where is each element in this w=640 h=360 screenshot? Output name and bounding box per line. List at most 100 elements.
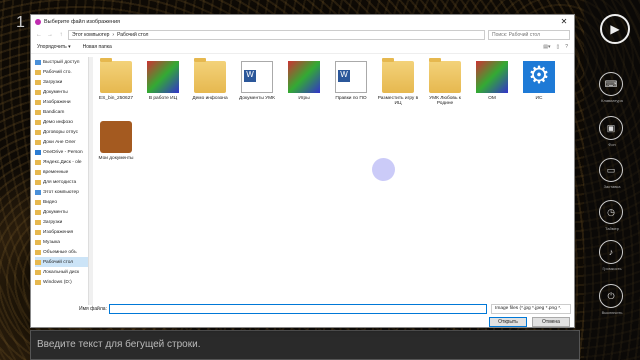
up-button[interactable]: ↑ <box>57 32 65 38</box>
file-item[interactable]: УМК Любовь к Родине <box>422 58 468 106</box>
file-item[interactable]: ОМ <box>469 61 515 101</box>
sidebar-item-label: Локальный диск <box>43 269 80 275</box>
file-item[interactable]: ES_bin_250627 <box>93 58 139 101</box>
file-label: Документы УМК <box>239 96 275 101</box>
sidebar-item-label: Договоры отпус <box>43 129 78 135</box>
folder-icon <box>35 229 41 235</box>
sidebar-item[interactable]: Изображени <box>35 97 88 107</box>
address-bar[interactable]: Этот компьютер › Рабочий стол <box>68 29 485 40</box>
sidebar-item[interactable]: Bandicam <box>35 107 88 117</box>
sidebar-item-label: Загрузки <box>43 79 63 85</box>
file-item[interactable]: Мои документы <box>93 121 139 161</box>
sidebar-item[interactable]: Демо инфозо <box>35 117 88 127</box>
back-button[interactable]: ← <box>35 32 43 38</box>
path-desktop[interactable]: Рабочий стол <box>117 32 148 38</box>
sidebar-item[interactable]: Локальный диск <box>35 267 88 277</box>
screensaver-label: Заставка <box>603 184 621 189</box>
ticker-input[interactable]: Введите текст для бегущей строки. <box>30 330 580 360</box>
file-item[interactable]: В работе ИЦ <box>140 61 186 101</box>
power-label: Выключить <box>601 310 623 315</box>
image-icon <box>476 61 508 93</box>
folder-icon <box>35 209 41 215</box>
file-label: Разместить игру в ИЦ <box>377 96 419 106</box>
help-icon[interactable]: ? <box>565 44 568 50</box>
file-label: ОМ <box>488 96 496 101</box>
sidebar-item-label: Изображения <box>43 229 74 235</box>
folder-icon <box>35 269 41 275</box>
folder-icon <box>35 59 41 65</box>
file-item[interactable]: Игры <box>281 61 327 101</box>
sidebar-item[interactable]: Изображения <box>35 227 88 237</box>
volume-label: Громкость <box>602 266 622 271</box>
sidebar-item[interactable]: Для методиста <box>35 177 88 187</box>
sidebar-item[interactable]: временные <box>35 167 88 177</box>
file-item[interactable]: Демо инфозона <box>187 58 233 101</box>
sidebar-item[interactable]: Документы <box>35 87 88 97</box>
gear-icon: ⚙ <box>523 61 555 93</box>
file-item[interactable]: Документы УМК <box>234 61 280 101</box>
right-panel: ▶ ⌨ Клавиатура ▣ Фон ▭ Заставка ◷ Таймер… <box>584 0 640 360</box>
close-button[interactable]: ✕ <box>554 17 574 26</box>
file-label: В работе ИЦ <box>148 96 178 101</box>
file-item[interactable]: Разместить игру в ИЦ <box>375 58 421 106</box>
file-item[interactable]: Правки по ПО <box>328 61 374 101</box>
timer-label: Таймер <box>605 226 619 231</box>
left-number: 1 <box>16 14 25 31</box>
sidebar-item[interactable]: Яндекс.Диск - ole <box>35 157 88 167</box>
sidebar-item[interactable]: Музыка <box>35 237 88 247</box>
sidebar-item-label: Музыка <box>43 239 60 245</box>
sidebar-item[interactable]: Рабочий сто. <box>35 67 88 77</box>
forward-button[interactable]: → <box>46 32 54 38</box>
filetype-select[interactable]: Image files (*.jpg *.jpeg *.png *. <box>491 304 571 314</box>
organize-button[interactable]: Упорядочить ▾ <box>37 44 71 50</box>
folder-icon <box>35 219 41 225</box>
sidebar-item-label: Доки Ане Олег <box>43 139 76 145</box>
briefcase-icon <box>100 121 132 153</box>
sidebar-item-label: Демо инфозо <box>43 119 73 125</box>
folder-icon <box>35 119 41 125</box>
file-label: Игры <box>298 96 310 101</box>
sidebar-item[interactable]: Документы <box>35 207 88 217</box>
sidebar-item[interactable]: OneDrive - Person <box>35 147 88 157</box>
screensaver-button[interactable]: ▭ <box>599 158 623 182</box>
titlebar: Выберите файл изображения ✕ <box>31 15 574 28</box>
folder-icon <box>35 139 41 145</box>
file-item[interactable]: ⚙ ИС <box>516 61 562 101</box>
file-label: УМК Любовь к Родине <box>429 96 461 106</box>
sidebar-item[interactable]: Видео <box>35 197 88 207</box>
keyboard-button[interactable]: ⌨ <box>599 72 623 96</box>
sidebar-item[interactable]: Доки Ане Олег <box>35 137 88 147</box>
view-icon[interactable]: ▤▾ <box>543 44 550 50</box>
folder-icon <box>35 79 41 85</box>
folder-icon <box>35 169 41 175</box>
search-input[interactable]: Поиск: Рабочий стол <box>488 29 570 40</box>
sidebar-item[interactable]: Загрузки <box>35 77 88 87</box>
power-button[interactable]: ⏻ <box>599 284 623 308</box>
file-dialog: Выберите файл изображения ✕ ← → ↑ Этот к… <box>30 14 575 328</box>
sidebar-item-label: Яндекс.Диск - ole <box>43 159 82 165</box>
timer-button[interactable]: ◷ <box>599 200 623 224</box>
path-computer[interactable]: Этот компьютер <box>72 32 109 38</box>
document-icon <box>335 61 367 93</box>
cancel-button[interactable]: Отмена <box>532 317 570 327</box>
sidebar-item[interactable]: Этот компьютер <box>35 187 88 197</box>
chevron-icon: › <box>112 31 115 38</box>
sidebar-item[interactable]: Быстрый доступ <box>35 57 88 67</box>
new-folder-button[interactable]: Новая папка <box>83 44 112 50</box>
sidebar-item[interactable]: Рабочий стол <box>35 257 88 267</box>
preview-icon[interactable]: ▯ <box>556 44 559 50</box>
sidebar-item[interactable]: Загрузки <box>35 217 88 227</box>
file-label: Демо инфозона <box>192 96 228 101</box>
filename-input[interactable] <box>109 304 487 314</box>
folder-icon <box>35 99 41 105</box>
play-button[interactable]: ▶ <box>600 14 630 44</box>
sidebar-item[interactable]: Объемные объ <box>35 247 88 257</box>
sidebar-item[interactable]: Договоры отпус <box>35 127 88 137</box>
sidebar-item-label: Этот компьютер <box>43 189 79 195</box>
background-button[interactable]: ▣ <box>599 116 623 140</box>
address-row: ← → ↑ Этот компьютер › Рабочий стол Поис… <box>31 28 574 41</box>
open-button[interactable]: Открыть <box>489 317 527 327</box>
folder-icon <box>35 189 41 195</box>
sidebar-item[interactable]: Windows (D:) <box>35 277 88 287</box>
volume-button[interactable]: ♪ <box>599 240 623 264</box>
